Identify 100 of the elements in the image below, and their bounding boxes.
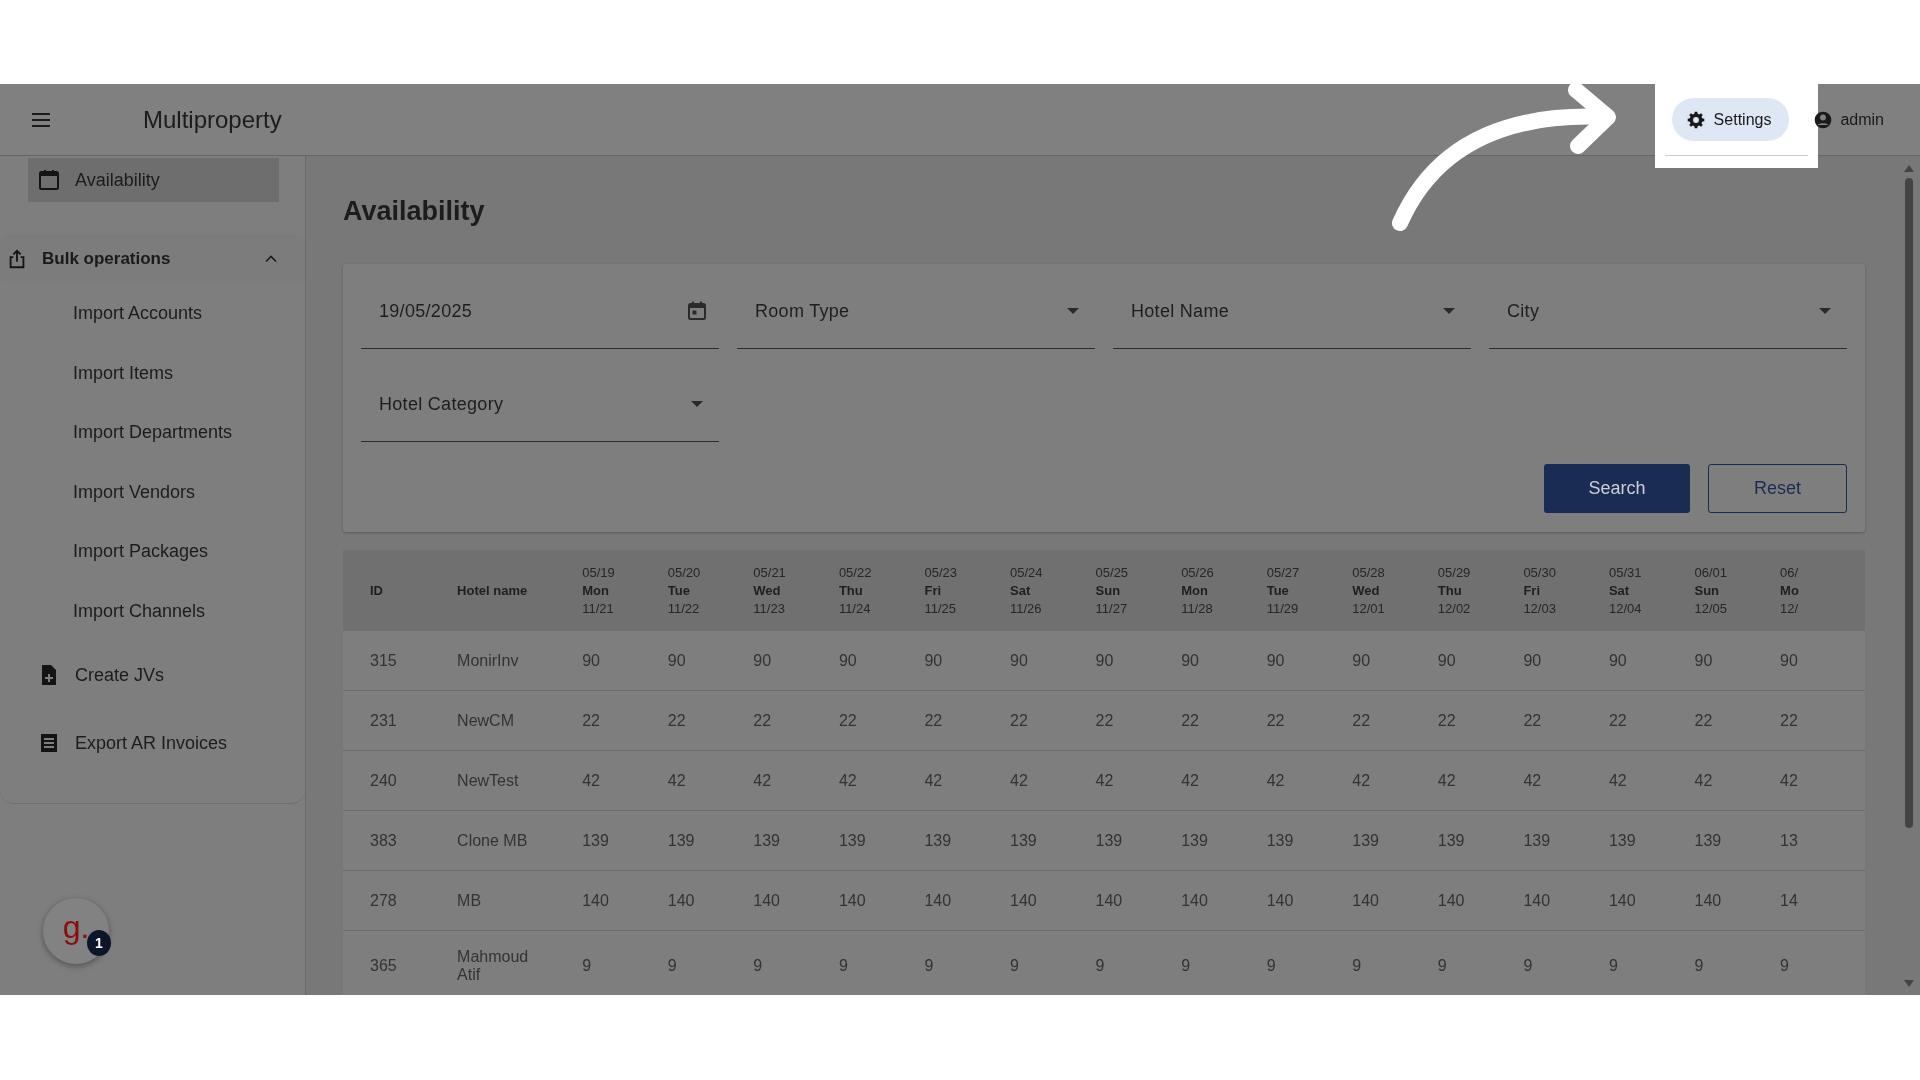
user-name[interactable]: admin [1840, 110, 1884, 129]
table-cell: 140 [1694, 870, 1781, 931]
table-cell: 22 [582, 690, 668, 751]
column-header: ID [370, 583, 384, 598]
nav-item[interactable]: Import Accounts [0, 284, 305, 344]
column-date: 05/21 [753, 563, 787, 582]
column-date: 05/26 [1181, 563, 1215, 582]
table-cell: 9 [1352, 930, 1438, 995]
nav-item[interactable]: Availability [28, 158, 279, 202]
table-cell: 42 [1095, 750, 1182, 811]
column-alt-date: 12/03 [1523, 599, 1557, 618]
table-cell: 22 [1181, 690, 1267, 751]
table-cell: Mahmoud Atif [457, 930, 583, 995]
column-alt-date: 12/01 [1352, 599, 1386, 618]
table-cell: Clone MB [457, 810, 583, 871]
date-field[interactable]: 19/05/2025 [361, 282, 719, 349]
table-cell: 22 [838, 690, 925, 751]
caret-icon [1443, 308, 1455, 314]
table-cell: 42 [582, 750, 668, 811]
table-cell: 139 [1694, 810, 1781, 871]
table-cell: 22 [1266, 690, 1353, 751]
chat-logo: g. [62, 908, 90, 946]
nav-item[interactable]: Import Vendors [0, 462, 305, 522]
table-cell: 90 [1780, 631, 1865, 691]
table-cell: 90 [838, 631, 925, 691]
table-cell: 9 [1523, 930, 1609, 995]
field-value: 19/05/2025 [379, 300, 474, 322]
column-weekday: Mon [582, 581, 610, 600]
settings-button[interactable]: Settings [1671, 98, 1790, 141]
search-button[interactable]: Search [1544, 464, 1690, 513]
caret-icon [1067, 308, 1079, 314]
dropdown-field[interactable]: Room Type [737, 282, 1095, 349]
table-cell: 22 [667, 690, 754, 751]
nav-item[interactable]: Export AR Invoices [28, 709, 279, 777]
dropdown-field[interactable]: Hotel Name [1113, 282, 1471, 349]
table-cell: 139 [1181, 810, 1267, 871]
column-date: 05/19 [582, 563, 616, 582]
nav-item[interactable]: Import Packages [0, 522, 305, 582]
table-cell: 140 [1010, 870, 1096, 931]
column-date: 05/30 [1523, 563, 1557, 582]
table-cell: 9 [1266, 930, 1353, 995]
table-cell: 42 [753, 750, 839, 811]
column-header: Hotel name [457, 583, 529, 598]
reset-button[interactable]: Reset [1708, 464, 1847, 513]
table-cell: 140 [753, 870, 839, 931]
table-cell: 140 [1437, 870, 1524, 931]
table-cell: NewTest [457, 750, 583, 811]
column-alt-date: 11/26 [1010, 599, 1043, 618]
column-alt-date: 11/25 [924, 599, 957, 618]
column-weekday: Mo [1780, 581, 1800, 600]
field-placeholder: City [1507, 300, 1541, 322]
table-cell: 278 [343, 870, 458, 931]
table-cell: 22 [1010, 690, 1096, 751]
column-alt-date: 12/05 [1694, 599, 1729, 618]
table-cell: 139 [924, 810, 1010, 871]
nav-label: Create JVs [75, 664, 165, 686]
dropdown-field[interactable]: Hotel Category [361, 375, 719, 442]
column-alt-date: 11/28 [1181, 599, 1214, 618]
table-cell: 22 [1608, 690, 1695, 751]
table-cell: 90 [1010, 631, 1096, 691]
table-cell: 22 [1095, 690, 1182, 751]
table-cell: 42 [1780, 750, 1865, 811]
column-alt-date: 12/04 [1608, 599, 1643, 618]
table-cell: 9 [1181, 930, 1267, 995]
table-cell: 140 [1095, 870, 1182, 931]
column-weekday: Fri [1523, 581, 1541, 600]
table-cell: 9 [667, 930, 754, 995]
table-cell: 240 [343, 750, 458, 811]
nav-item[interactable]: Import Departments [0, 403, 305, 463]
account-icon [1813, 109, 1834, 130]
table-cell: 90 [1437, 631, 1524, 691]
table-cell: 22 [1437, 690, 1524, 751]
nav-item[interactable]: Import Channels [0, 581, 305, 641]
table-cell: 140 [1266, 870, 1353, 931]
table-cell: 22 [1780, 690, 1865, 751]
column-date: 05/31 [1608, 563, 1643, 582]
table-cell: 139 [1266, 810, 1353, 871]
column-date: 05/25 [1095, 563, 1130, 582]
nav-item[interactable]: Create JVs [28, 641, 279, 709]
table-cell: 139 [753, 810, 839, 871]
table-cell: 42 [1266, 750, 1353, 811]
table-cell: 42 [1437, 750, 1524, 811]
column-date: 05/23 [924, 563, 958, 582]
nav-label: Availability [75, 169, 160, 191]
table-cell: 9 [1010, 930, 1096, 995]
column-alt-date: 11/22 [667, 599, 701, 618]
dropdown-field[interactable]: City [1489, 282, 1847, 349]
table-cell: 140 [667, 870, 754, 931]
table-cell: 139 [1352, 810, 1438, 871]
table-cell: 139 [667, 810, 754, 871]
column-weekday: Wed [753, 581, 782, 600]
table-cell: 139 [1095, 810, 1182, 871]
table-cell: 90 [1694, 631, 1781, 691]
nav-item[interactable]: Import Items [0, 343, 305, 403]
column-date: 06/01 [1694, 563, 1729, 582]
table-cell: 139 [1010, 810, 1096, 871]
column-weekday: Sat [1010, 581, 1032, 600]
group-label: Bulk operations [42, 249, 172, 269]
table-cell: 9 [1780, 930, 1865, 995]
column-date: 05/29 [1437, 563, 1472, 582]
